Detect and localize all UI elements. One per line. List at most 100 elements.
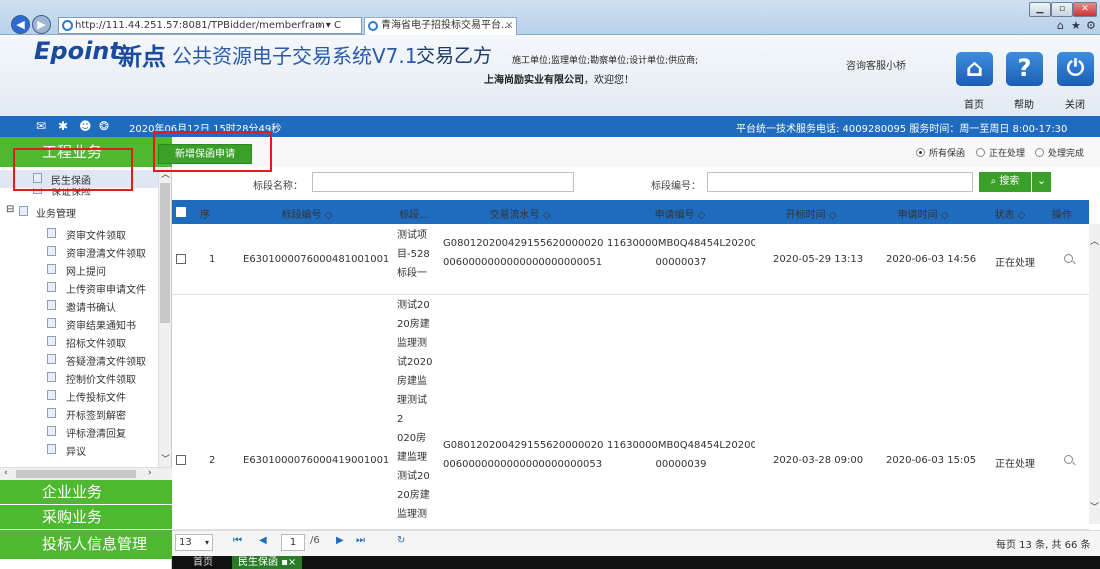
maximize-button[interactable]: ▫ — [1051, 2, 1073, 17]
category-bidder-info[interactable]: 投标人信息管理 — [0, 530, 172, 559]
row-checkbox[interactable] — [176, 254, 186, 264]
home-icon[interactable]: ⌂ — [1057, 19, 1064, 32]
select-all-checkbox[interactable] — [176, 207, 186, 217]
tree-item[interactable]: 答疑澄清文件领取 — [0, 351, 158, 369]
first-page-icon[interactable]: ⏮ — [233, 535, 242, 546]
page-size-value: 13 — [179, 537, 192, 548]
gear-icon[interactable]: ✱ — [58, 119, 68, 133]
col-apply-time[interactable]: 申请时间 ◇ — [868, 206, 978, 221]
table-vertical-scrollbar[interactable]: ︿ ﹀ — [1089, 224, 1100, 524]
close-tab-icon[interactable]: ▪× — [278, 557, 296, 568]
sidebar-horizontal-scrollbar[interactable]: ‹ › — [0, 467, 172, 480]
page-number-input[interactable]: 1 — [281, 534, 305, 551]
col-section-code[interactable]: 标段编号 ◇ — [222, 206, 392, 221]
tree-item[interactable]: 上传资审申请文件 — [0, 279, 158, 297]
help-icon: ? — [1017, 54, 1032, 82]
tree-item[interactable]: 资审结果通知书 — [0, 315, 158, 333]
page-size-select[interactable]: 13 ▾ — [175, 534, 213, 551]
doc-icon — [47, 372, 56, 382]
tree-item[interactable]: 资审文件领取 — [0, 225, 158, 243]
col-open-time[interactable]: 开标时间 ◇ — [756, 206, 866, 221]
col-section-name[interactable]: 标段... — [394, 206, 434, 221]
tree-group-business[interactable]: ⊟ 业务管理 — [0, 203, 158, 221]
search-options-dropdown[interactable]: ⌄ — [1031, 172, 1051, 192]
message-icon[interactable]: ✉ — [36, 119, 46, 133]
tree-item-label: 开标签到解密 — [66, 411, 126, 422]
filter-all-radio[interactable] — [916, 148, 925, 157]
browser-tab[interactable]: 青海省电子招投标交易平台... × — [364, 17, 517, 35]
tree-item[interactable]: 评标澄清回复 — [0, 423, 158, 441]
doc-icon — [47, 228, 56, 238]
last-page-icon[interactable]: ⏭ — [356, 535, 365, 546]
table-row[interactable] — [172, 295, 1089, 530]
search-icon[interactable]: ⌕ ▾ C — [317, 18, 341, 33]
view-icon[interactable] — [1064, 455, 1073, 464]
scroll-down-icon[interactable]: ﹀ — [1090, 500, 1099, 513]
tree-item[interactable]: 开标签到解密 — [0, 405, 158, 423]
tree-item[interactable]: 招标文件领取 — [0, 333, 158, 351]
scroll-left-icon[interactable]: ‹ — [4, 468, 8, 478]
tab-minsheng[interactable]: 民生保函 ▪× — [232, 556, 303, 569]
power-button[interactable]: ⏻ — [1057, 52, 1094, 86]
power-icon: ⏻ — [1066, 56, 1085, 81]
section-name-line: 房建监 — [397, 376, 427, 387]
section-code-input[interactable] — [707, 172, 973, 192]
col-apply-no[interactable]: 申请编号 ◇ — [606, 206, 754, 221]
row-index: 2 — [209, 455, 216, 466]
row-checkbox[interactable] — [176, 455, 186, 465]
back-button[interactable]: ◀ — [11, 15, 30, 34]
next-page-icon[interactable]: ▶ — [336, 535, 344, 546]
row-apply-time: 2020-06-03 14:56 — [886, 254, 977, 265]
scroll-thumb[interactable] — [16, 470, 136, 478]
favorites-icon[interactable]: ★ — [1071, 19, 1081, 32]
tree-item[interactable]: 异议 — [0, 441, 158, 459]
col-status[interactable]: 状态 ◇ — [982, 206, 1038, 221]
refresh-icon[interactable]: ↻ — [397, 535, 405, 546]
settings-icon[interactable]: ⚙ — [1086, 19, 1096, 32]
globe-icon[interactable]: ❂ — [99, 119, 109, 133]
sidebar-vertical-scrollbar[interactable]: ︿ ﹀ — [158, 167, 171, 467]
chevron-down-icon: ⌄ — [1036, 174, 1047, 187]
scroll-right-icon[interactable]: › — [148, 468, 152, 478]
apply-line: 11630000MB0Q48454L202006 — [607, 238, 755, 249]
home-button[interactable]: ⌂ — [956, 52, 993, 86]
col-serial[interactable]: 交易流水号 ◇ — [436, 206, 604, 221]
tree-item[interactable]: 控制价文件领取 — [0, 369, 158, 387]
row-open-time: 2020-03-28 09:00 — [773, 455, 864, 466]
category-procurement[interactable]: 采购业务 — [0, 505, 172, 530]
doc-icon — [47, 264, 56, 274]
scroll-up-icon[interactable]: ︿ — [1090, 234, 1099, 247]
minimize-button[interactable]: ▁ — [1029, 2, 1051, 17]
scroll-down-icon[interactable]: ﹀ — [161, 452, 170, 465]
section-name-line: 监理测 — [397, 509, 427, 520]
row-section-code: E6301000076000419001001 — [243, 455, 390, 466]
tree-item[interactable]: 网上提问 — [0, 261, 158, 279]
scroll-thumb[interactable] — [160, 183, 170, 323]
tree-item[interactable]: 资审澄清文件领取 — [0, 243, 158, 261]
filter-done-radio[interactable] — [1035, 148, 1044, 157]
filter-processing-radio[interactable] — [976, 148, 985, 157]
view-icon[interactable] — [1064, 254, 1073, 263]
tree-item[interactable]: 上传投标文件 — [0, 387, 158, 405]
tree-item[interactable]: 邀请书确认 — [0, 297, 158, 315]
bottom-tab-bar — [172, 556, 1100, 569]
collapse-icon[interactable]: ⊟ — [6, 204, 14, 215]
prev-page-icon[interactable]: ◀ — [259, 535, 267, 546]
users-icon[interactable]: ☻ — [79, 119, 92, 133]
section-name-input[interactable] — [312, 172, 574, 192]
welcome-text: ，欢迎您！ — [584, 75, 634, 86]
forward-button[interactable]: ▶ — [32, 15, 51, 34]
category-enterprise[interactable]: 企业业务 — [0, 480, 172, 505]
doc-icon — [47, 390, 56, 400]
tab-home[interactable]: 首页 — [193, 556, 213, 569]
user-roles: 施工单位;监理单位;勘察单位;设计单位;供应商; — [512, 56, 699, 66]
close-window-button[interactable]: ✕ — [1073, 2, 1097, 17]
help-button[interactable]: ? — [1006, 52, 1043, 86]
section-name-line: 标段一 — [397, 268, 427, 279]
close-tab-icon[interactable]: × — [505, 18, 513, 34]
page-summary: 每页 13 条, 共 66 条 — [996, 540, 1091, 551]
customer-service-link[interactable]: 咨询客服小桥 — [846, 57, 906, 72]
search-button[interactable]: ⌕ 搜索 — [979, 172, 1031, 192]
address-bar[interactable]: http://111.44.251.57:8081/TPBidder/membe… — [58, 17, 362, 34]
row-section-code: E6301000076000481001001 — [243, 254, 390, 265]
